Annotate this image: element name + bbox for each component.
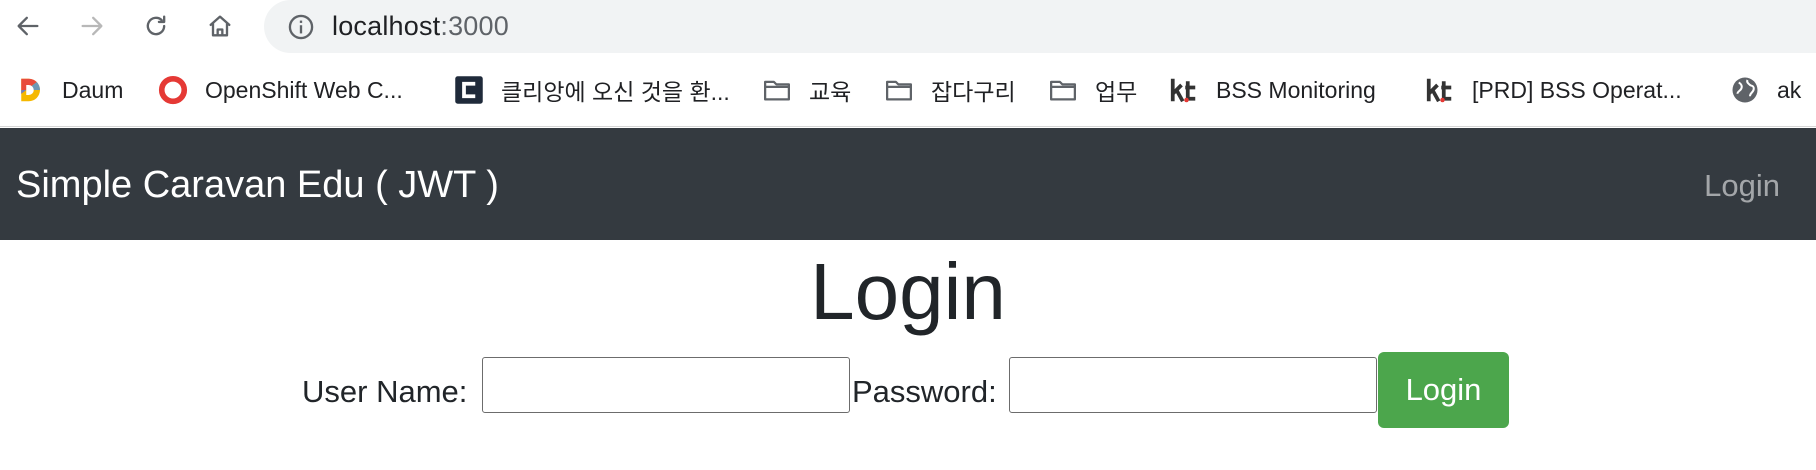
home-icon bbox=[209, 15, 231, 37]
bookmark-folder-misc[interactable]: 잡다구리 bbox=[883, 70, 1016, 110]
clien-icon bbox=[453, 74, 485, 106]
bookmark-openshift[interactable]: OpenShift Web C... bbox=[157, 70, 403, 110]
kt-icon bbox=[1168, 74, 1200, 106]
bookmark-label: BSS Monitoring bbox=[1216, 76, 1376, 103]
reload-icon bbox=[146, 15, 166, 36]
bookmark-label: ak bbox=[1777, 76, 1802, 103]
url-host: localhost bbox=[332, 11, 441, 41]
app-navbar: Simple Caravan Edu ( JWT ) Login bbox=[0, 128, 1816, 240]
bookmark-daum[interactable]: Daum bbox=[14, 70, 123, 110]
bookmark-label: 클리앙에 오신 것을 환... bbox=[501, 79, 730, 105]
bookmark-folder-work[interactable]: 업무 bbox=[1047, 70, 1137, 110]
bookmarks-bar: Daum OpenShift Web C... 클리앙에 오신 것을 환... … bbox=[0, 54, 1816, 127]
browser-toolbar: localhost:3000 bbox=[0, 0, 1816, 54]
bookmark-clien[interactable]: 클리앙에 오신 것을 환... bbox=[453, 70, 730, 110]
bookmark-label: 잡다구리 bbox=[931, 79, 1016, 105]
address-bar[interactable]: localhost:3000 bbox=[264, 0, 1816, 53]
daum-icon bbox=[14, 74, 46, 106]
username-input[interactable] bbox=[482, 357, 850, 413]
url-text: localhost:3000 bbox=[332, 11, 509, 42]
forward-button[interactable] bbox=[72, 6, 112, 46]
site-info-icon[interactable] bbox=[286, 12, 316, 42]
bookmark-label: 업무 bbox=[1095, 79, 1138, 105]
arrow-left-icon bbox=[17, 16, 39, 36]
bookmark-label: [PRD] BSS Operat... bbox=[1472, 76, 1682, 103]
folder-icon bbox=[1047, 74, 1079, 106]
bookmark-bss-monitoring[interactable]: BSS Monitoring bbox=[1168, 70, 1376, 110]
navbar-login-link[interactable]: Login bbox=[1704, 168, 1780, 204]
login-button[interactable]: Login bbox=[1378, 352, 1509, 428]
url-port: :3000 bbox=[440, 11, 509, 41]
login-form: User Name: Password: Login bbox=[0, 352, 1816, 428]
bookmark-label: 교육 bbox=[809, 79, 852, 105]
bookmark-folder-education[interactable]: 교육 bbox=[761, 70, 851, 110]
bookmark-label: Daum bbox=[62, 76, 124, 103]
password-label: Password: bbox=[852, 374, 997, 409]
home-button[interactable] bbox=[200, 6, 240, 46]
bookmark-ak[interactable]: ak bbox=[1729, 70, 1801, 110]
username-label: User Name: bbox=[302, 374, 468, 409]
folder-icon bbox=[761, 74, 793, 106]
openshift-icon bbox=[157, 74, 189, 106]
folder-icon bbox=[883, 74, 915, 106]
bookmark-bss-operation[interactable]: [PRD] BSS Operat... bbox=[1424, 70, 1682, 110]
navbar-brand[interactable]: Simple Caravan Edu ( JWT ) bbox=[16, 164, 499, 207]
back-button[interactable] bbox=[8, 6, 48, 46]
arrow-right-icon bbox=[81, 16, 103, 36]
kt-icon bbox=[1424, 74, 1456, 106]
globe-icon bbox=[1729, 74, 1761, 106]
password-input[interactable] bbox=[1009, 357, 1377, 413]
reload-button[interactable] bbox=[136, 6, 176, 46]
page-title: Login bbox=[810, 247, 1006, 336]
bookmark-label: OpenShift Web C... bbox=[205, 76, 403, 103]
